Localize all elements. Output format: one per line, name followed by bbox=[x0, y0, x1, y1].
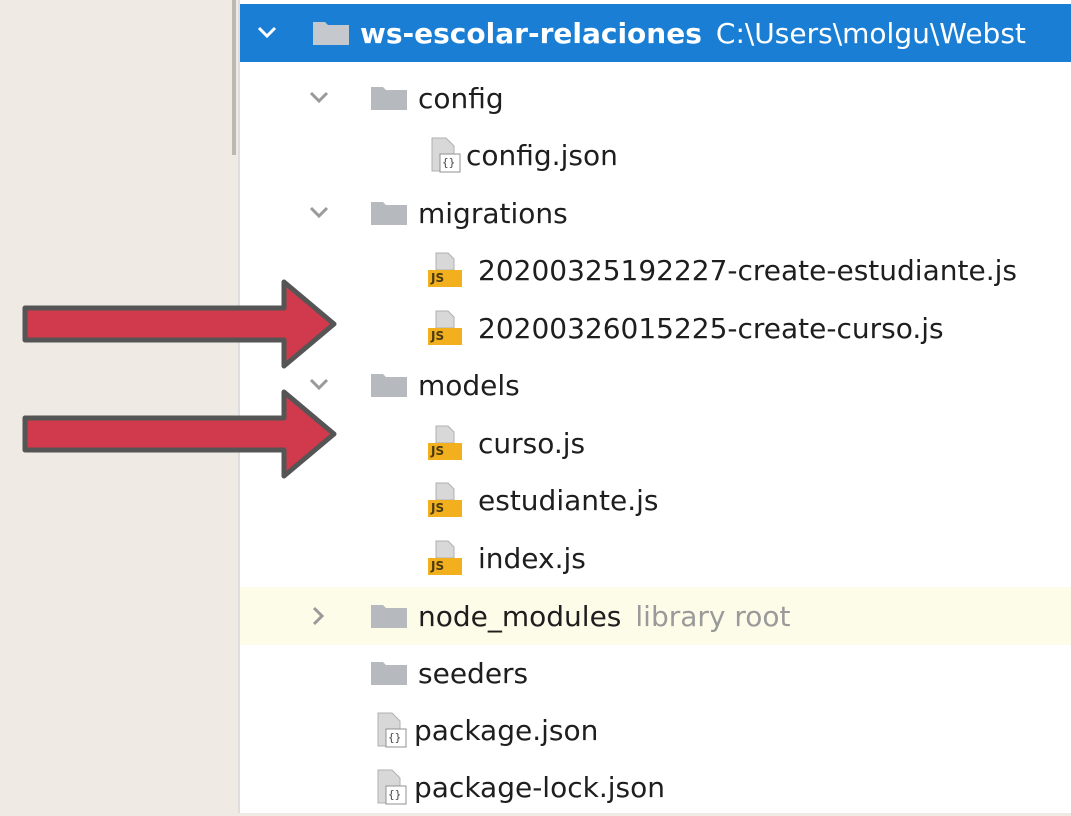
tree-row-models[interactable]: models bbox=[240, 356, 1071, 414]
js-file-icon: JS bbox=[428, 252, 462, 288]
node-modules-name: node_modules bbox=[418, 599, 622, 633]
folder-icon bbox=[370, 603, 408, 629]
chevron-down-icon[interactable] bbox=[304, 83, 334, 113]
tree-label-seeders: seeders bbox=[418, 656, 529, 690]
tree-row-config-json[interactable]: {} config.json bbox=[240, 126, 1071, 184]
tree-label-package-lock-json: package-lock.json bbox=[414, 770, 665, 804]
tree-row-migration-2[interactable]: JS 20200326015225-create-curso.js bbox=[240, 299, 1071, 357]
tree-row-estudiante-js[interactable]: JS estudiante.js bbox=[240, 471, 1071, 529]
chevron-right-icon[interactable] bbox=[304, 601, 334, 631]
tree-label-curso-js: curso.js bbox=[478, 426, 586, 460]
tree-row-config[interactable]: config bbox=[240, 69, 1071, 127]
json-badge: {} bbox=[388, 731, 402, 744]
js-file-icon: JS bbox=[428, 482, 462, 518]
library-root-badge: library root bbox=[635, 599, 791, 633]
tree-row-curso-js[interactable]: JS curso.js bbox=[240, 414, 1071, 472]
tree-label-migrations: migrations bbox=[418, 196, 568, 230]
folder-icon bbox=[370, 85, 408, 111]
chevron-down-icon[interactable] bbox=[252, 18, 282, 48]
sidebar-scroll-strip bbox=[232, 0, 236, 155]
tree-label-config: config bbox=[418, 81, 504, 115]
root-folder-path: C:\Users\molgu\Webst bbox=[715, 16, 1026, 50]
tree-label-root: ws-escolar-relaciones C:\Users\molgu\Webs… bbox=[360, 17, 1026, 50]
folder-icon bbox=[370, 372, 408, 398]
tree-row-root[interactable]: ws-escolar-relaciones C:\Users\molgu\Webs… bbox=[240, 4, 1071, 62]
json-badge: {} bbox=[388, 788, 402, 801]
folder-icon bbox=[312, 20, 350, 46]
tree-row-migration-1[interactable]: JS 20200325192227-create-estudiante.js bbox=[240, 241, 1071, 299]
tree-label-estudiante-js: estudiante.js bbox=[478, 483, 659, 517]
folder-icon bbox=[370, 200, 408, 226]
js-badge: JS bbox=[431, 271, 445, 285]
folder-icon bbox=[370, 660, 408, 686]
js-file-icon: JS bbox=[428, 425, 462, 461]
tree-label-index-js: index.js bbox=[478, 541, 586, 575]
tree-row-package-lock-json[interactable]: {} package-lock.json bbox=[240, 758, 1071, 816]
js-badge: JS bbox=[431, 444, 445, 458]
json-file-icon: {} bbox=[374, 712, 408, 748]
annotation-arrow-model bbox=[22, 389, 337, 479]
js-badge: JS bbox=[431, 501, 445, 515]
tree-label-package-json: package.json bbox=[414, 713, 599, 747]
tree-row-migrations[interactable]: migrations bbox=[240, 184, 1071, 242]
tree-label-migration-1: 20200325192227-create-estudiante.js bbox=[478, 253, 1017, 287]
tree-row-node-modules[interactable]: node_modules library root bbox=[240, 587, 1071, 645]
json-badge: {} bbox=[442, 156, 456, 169]
tree-row-package-json[interactable]: {} package.json bbox=[240, 701, 1071, 759]
js-badge: JS bbox=[431, 329, 445, 343]
tree-label-models: models bbox=[418, 368, 520, 402]
root-folder-name: ws-escolar-relaciones bbox=[360, 16, 702, 50]
annotation-arrow-migration bbox=[22, 279, 337, 369]
chevron-down-icon[interactable] bbox=[304, 198, 334, 228]
js-badge: JS bbox=[431, 559, 445, 573]
tree-label-migration-2: 20200326015225-create-curso.js bbox=[478, 311, 944, 345]
tree-row-seeders[interactable]: seeders bbox=[240, 644, 1071, 702]
json-file-icon: {} bbox=[374, 769, 408, 805]
js-file-icon: JS bbox=[428, 540, 462, 576]
js-file-icon: JS bbox=[428, 310, 462, 346]
tree-label-node-modules: node_modules library root bbox=[418, 600, 791, 633]
json-file-icon: {} bbox=[428, 137, 462, 173]
project-tree[interactable]: ws-escolar-relaciones C:\Users\molgu\Webs… bbox=[238, 0, 1071, 813]
tree-row-index-js[interactable]: JS index.js bbox=[240, 529, 1071, 587]
tree-label-config-json: config.json bbox=[466, 138, 618, 172]
